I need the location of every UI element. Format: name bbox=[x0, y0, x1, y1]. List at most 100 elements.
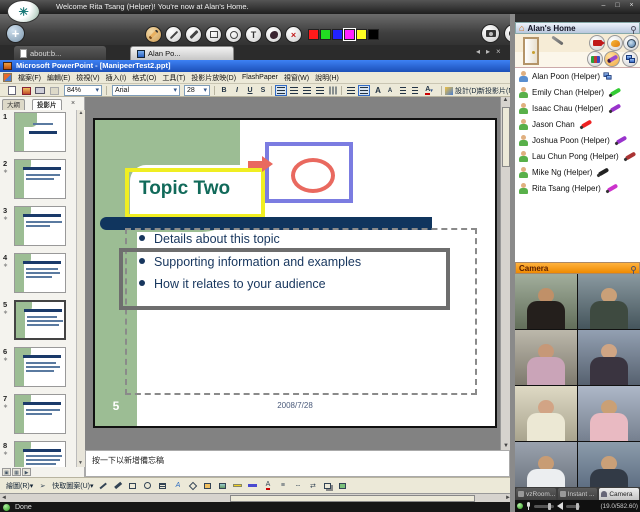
pencil-tool-icon[interactable] bbox=[145, 26, 162, 43]
zoom-combo[interactable]: 84%▾ bbox=[64, 85, 102, 96]
arrow-style-icon[interactable]: ⇄ bbox=[307, 481, 318, 491]
slide-thumbnail-6[interactable] bbox=[14, 347, 66, 387]
textbox-icon[interactable] bbox=[157, 481, 168, 491]
align-left-button[interactable] bbox=[275, 85, 287, 96]
video-button[interactable] bbox=[589, 35, 605, 51]
add-tab-button[interactable]: + bbox=[6, 24, 25, 43]
numbered-list-button[interactable] bbox=[345, 85, 357, 96]
print-icon[interactable] bbox=[34, 85, 46, 96]
participant-row[interactable]: Joshua Poon (Helper) bbox=[515, 132, 640, 148]
webcam-feed[interactable] bbox=[515, 330, 577, 385]
rectangle-shape-icon[interactable] bbox=[127, 481, 138, 491]
mic-volume-slider[interactable] bbox=[534, 505, 554, 508]
webcam-feed[interactable] bbox=[515, 386, 577, 441]
tab-instant[interactable]: Instant ... bbox=[558, 488, 598, 500]
slide-thumbnail-5-selected[interactable] bbox=[14, 300, 66, 340]
leave-room-door-icon[interactable] bbox=[523, 37, 539, 65]
menu-slideshow[interactable]: 投影片放映(D) bbox=[188, 73, 239, 83]
color-swatch-yellow[interactable] bbox=[356, 29, 367, 40]
grow-font-button[interactable]: A bbox=[372, 85, 384, 96]
bold-button[interactable]: B bbox=[218, 85, 230, 96]
webcam-feed[interactable] bbox=[578, 330, 640, 385]
align-justify-button[interactable] bbox=[314, 85, 326, 96]
tab-camera[interactable]: Camera bbox=[599, 488, 639, 500]
ink-tool-icon[interactable] bbox=[265, 26, 282, 43]
normal-view-button[interactable]: ▣ bbox=[2, 468, 11, 476]
pointer-stick-icon[interactable] bbox=[551, 36, 563, 46]
pens-button[interactable] bbox=[587, 51, 603, 67]
participant-row[interactable]: Lau Chun Pong (Helper) bbox=[515, 148, 640, 164]
webcam-feed[interactable] bbox=[515, 274, 577, 329]
color-swatch-blue[interactable] bbox=[332, 29, 343, 40]
menu-window[interactable]: 視窗(W) bbox=[281, 73, 312, 83]
slide-thumbnail-2[interactable] bbox=[14, 159, 66, 199]
align-right-button[interactable] bbox=[301, 85, 313, 96]
speaker-volume-slider[interactable] bbox=[566, 505, 580, 508]
menu-help[interactable]: 說明(H) bbox=[312, 73, 342, 83]
view-button[interactable] bbox=[623, 35, 639, 51]
dash-style-icon[interactable]: ┄ bbox=[292, 481, 303, 491]
ellipse-tool-icon[interactable] bbox=[225, 26, 242, 43]
tab-slides[interactable]: 投影片 bbox=[32, 99, 62, 110]
webcam-feed[interactable] bbox=[578, 442, 640, 487]
menu-view[interactable]: 檢視(V) bbox=[73, 73, 102, 83]
text-shadow-button[interactable]: S bbox=[257, 85, 269, 96]
menu-insert[interactable]: 插入(I) bbox=[103, 73, 130, 83]
picture-icon[interactable] bbox=[217, 481, 228, 491]
underline-button[interactable]: U bbox=[244, 85, 256, 96]
text-tool-icon[interactable]: T bbox=[245, 26, 262, 43]
participant-row[interactable]: Isaac Chau (Helper) bbox=[515, 100, 640, 116]
line-shape-icon[interactable] bbox=[97, 481, 108, 491]
share-screen-button[interactable] bbox=[622, 51, 638, 67]
pin-icon[interactable] bbox=[631, 266, 636, 271]
minimize-button[interactable]: – bbox=[598, 1, 609, 11]
italic-button[interactable]: I bbox=[231, 85, 243, 96]
participant-row[interactable]: Alan Poon (Helper) bbox=[515, 68, 640, 84]
microphone-icon[interactable] bbox=[526, 502, 531, 510]
tab-vzroom[interactable]: vzRoom... bbox=[516, 488, 556, 500]
tab-about-blank[interactable]: about:b... bbox=[14, 46, 106, 60]
close-button[interactable]: × bbox=[626, 1, 637, 11]
oval-shape-icon[interactable] bbox=[142, 481, 153, 491]
preview-icon[interactable] bbox=[48, 85, 60, 96]
font-color-button[interactable]: A▾ bbox=[423, 85, 435, 96]
autoshapes-menu[interactable]: 快取圖案(U)▾ bbox=[52, 481, 93, 491]
line-tool-icon[interactable] bbox=[165, 26, 182, 43]
wordart-icon[interactable]: A bbox=[172, 481, 183, 491]
tab-alan-room[interactable]: Alan Po... bbox=[130, 46, 234, 60]
menu-file[interactable]: 檔案(F) bbox=[15, 73, 44, 83]
line-color-icon[interactable] bbox=[247, 481, 258, 491]
pin-icon[interactable] bbox=[631, 26, 636, 31]
arrow-shape-icon[interactable] bbox=[112, 481, 123, 491]
slide-thumbnail-3[interactable] bbox=[14, 206, 66, 246]
vertical-scrollbar[interactable]: ▲ ▼ bbox=[500, 97, 510, 450]
color-swatch-black[interactable] bbox=[368, 29, 379, 40]
menu-format[interactable]: 格式(O) bbox=[129, 73, 159, 83]
color-swatch-red[interactable] bbox=[308, 29, 319, 40]
slide-thumbnail-4[interactable] bbox=[14, 253, 66, 293]
font-size-combo[interactable]: 28▾ bbox=[184, 85, 210, 96]
menu-flashpaper[interactable]: FlashPaper bbox=[239, 74, 281, 81]
thick-line-tool-icon[interactable] bbox=[185, 26, 202, 43]
snapshot-button[interactable] bbox=[481, 24, 500, 43]
indent-button[interactable] bbox=[409, 85, 421, 96]
tab-outline[interactable]: 大綱 bbox=[2, 99, 25, 110]
color-swatch-magenta-selected[interactable] bbox=[344, 29, 355, 40]
slide-thumbnail-8[interactable] bbox=[14, 441, 66, 467]
rectangle-tool-icon[interactable] bbox=[205, 26, 222, 43]
select-pointer-icon[interactable]: ➢ bbox=[37, 481, 48, 491]
tab-prev-icon[interactable]: ◂ bbox=[476, 47, 480, 56]
speaker-icon[interactable] bbox=[557, 502, 563, 510]
menu-tools[interactable]: 工具(T) bbox=[159, 73, 188, 83]
participant-row[interactable]: Jason Chan bbox=[515, 116, 640, 132]
color-swatch-green[interactable] bbox=[320, 29, 331, 40]
slide-thumbnail-1[interactable] bbox=[14, 112, 66, 152]
participant-row[interactable]: Emily Chan (Helper) bbox=[515, 84, 640, 100]
font-color2-icon[interactable]: A bbox=[262, 481, 273, 491]
participant-row[interactable]: Mike Ng (Helper) bbox=[515, 164, 640, 180]
horizontal-scrollbar[interactable]: ◄ ► bbox=[0, 493, 512, 502]
slide-thumbnail-7[interactable] bbox=[14, 394, 66, 434]
draw-menu[interactable]: 繪圖(R)▾ bbox=[6, 481, 33, 491]
threed-style-icon[interactable] bbox=[337, 481, 348, 491]
tab-next-icon[interactable]: ▸ bbox=[486, 47, 490, 56]
